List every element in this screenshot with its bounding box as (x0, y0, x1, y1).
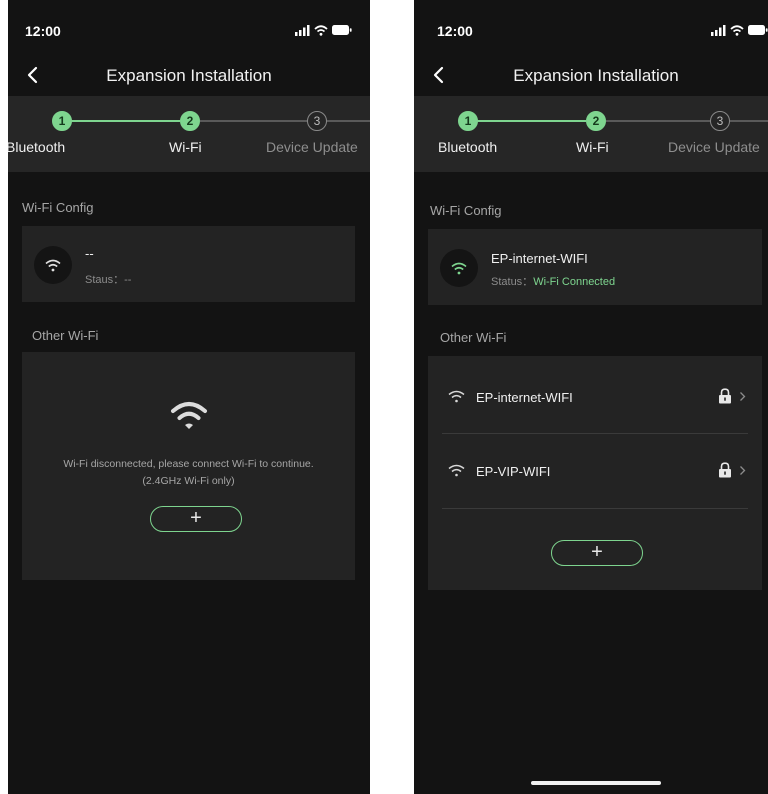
right-phone-screen: 12:00 Expansion Installation 1 2 3 Bluet… (414, 0, 768, 794)
wifi-icon (730, 24, 744, 36)
step-connector (327, 120, 370, 122)
progress-stepper: 1 2 3 Bluetooth Wi-Fi Device Update (8, 96, 370, 172)
nav-bar: Expansion Installation (8, 56, 370, 96)
current-network-status: Status：Wi-Fi Connected (491, 273, 615, 289)
signal-icon (295, 24, 310, 36)
step-1-indicator: 1 (52, 111, 72, 131)
step-1-label: Bluetooth (438, 139, 498, 155)
current-network-name: EP-internet-WIFI (491, 251, 588, 266)
step-connector (606, 120, 710, 122)
status-prefix: Status： (491, 276, 534, 288)
wifi-network-name: EP-internet-WIFI (476, 390, 573, 405)
current-network-name: -- (85, 246, 94, 261)
other-wifi-heading: Other Wi-Fi (32, 328, 99, 343)
step-connector (730, 120, 768, 122)
signal-icon (711, 24, 726, 36)
wifi-network-name: EP-VIP-WIFI (476, 464, 551, 479)
step-3-label: Device Update (266, 139, 358, 155)
status-time: 12:00 (437, 23, 473, 39)
current-network-card: EP-internet-WIFI Status：Wi-Fi Connected (428, 229, 762, 305)
wifi-badge (440, 249, 478, 287)
status-icons (295, 23, 352, 37)
wifi-list-item-1[interactable]: EP-internet-WIFI (428, 360, 762, 434)
current-network-card: -- Staus：-- (22, 226, 355, 302)
step-2-label: Wi-Fi (576, 139, 609, 155)
empty-message: Wi-Fi disconnected, please connect Wi-Fi… (22, 456, 355, 490)
step-3-indicator: 3 (307, 111, 327, 131)
nav-bar: Expansion Installation (414, 56, 768, 96)
wifi-icon (314, 24, 328, 36)
page-title: Expansion Installation (513, 66, 679, 85)
chevron-right-icon (740, 392, 746, 401)
battery-icon (332, 25, 352, 35)
wifi-icon (448, 464, 465, 477)
step-2-indicator: 2 (586, 111, 606, 131)
step-1-indicator: 1 (458, 111, 478, 131)
step-connector (477, 120, 586, 122)
step-connector (71, 120, 180, 122)
wifi-icon (448, 390, 465, 403)
current-network-status: Staus：-- (85, 271, 131, 287)
step-3-label: Device Update (668, 139, 760, 155)
home-indicator[interactable] (531, 781, 661, 785)
lock-icon (719, 388, 731, 404)
left-phone-screen: 12:00 Expansion Installation 1 2 3 Bluet… (8, 0, 370, 794)
wifi-icon (45, 259, 61, 271)
wifi-badge (34, 246, 72, 284)
wifi-icon (171, 402, 207, 429)
wifi-icon (451, 262, 467, 274)
status-value: Wi-Fi Connected (533, 276, 616, 288)
add-wifi-button[interactable]: + (150, 506, 242, 532)
progress-stepper: 1 2 3 Bluetooth Wi-Fi Device Update (414, 96, 768, 172)
chevron-right-icon (740, 466, 746, 475)
wifi-list-item-2[interactable]: EP-VIP-WIFI (428, 434, 762, 508)
battery-icon (748, 25, 768, 35)
other-wifi-heading: Other Wi-Fi (440, 330, 507, 345)
status-time: 12:00 (25, 23, 61, 39)
lock-icon (719, 462, 731, 478)
list-divider (442, 508, 748, 509)
step-3-indicator: 3 (710, 111, 730, 131)
other-wifi-empty-card: Wi-Fi disconnected, please connect Wi-Fi… (22, 352, 355, 580)
empty-message-line-2: (2.4GHz Wi-Fi only) (142, 475, 235, 487)
status-bar: 12:00 (414, 0, 768, 56)
wifi-config-heading: Wi-Fi Config (22, 200, 94, 215)
step-2-label: Wi-Fi (169, 139, 202, 155)
empty-message-line-1: Wi-Fi disconnected, please connect Wi-Fi… (63, 458, 314, 470)
status-icons (711, 23, 768, 37)
step-connector (200, 120, 307, 122)
wifi-config-heading: Wi-Fi Config (430, 203, 502, 218)
status-bar: 12:00 (8, 0, 370, 56)
page-title: Expansion Installation (106, 66, 272, 85)
status-value: -- (124, 274, 132, 286)
step-1-label: Bluetooth (8, 139, 66, 155)
status-prefix: Staus： (85, 274, 125, 286)
add-wifi-button[interactable]: + (551, 540, 643, 566)
other-wifi-list-card: EP-internet-WIFI EP-VIP-WIFI + (428, 356, 762, 590)
step-2-indicator: 2 (180, 111, 200, 131)
